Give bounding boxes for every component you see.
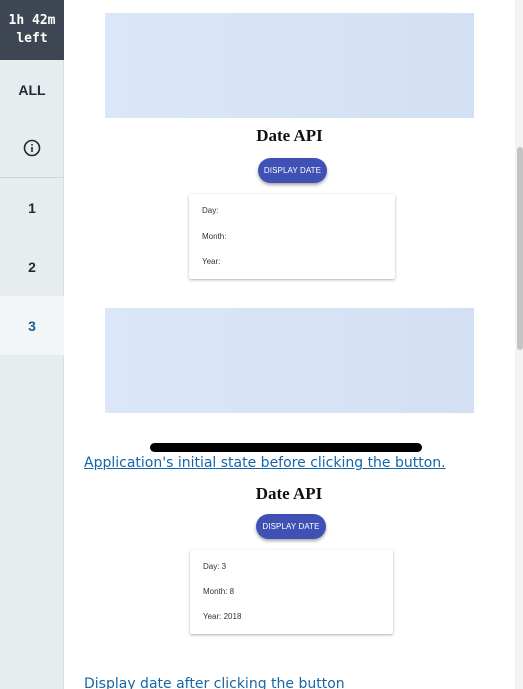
display-date-button: DISPLAY DATE [258, 158, 327, 183]
sidebar-item-label: ALL [18, 81, 46, 98]
month-value: Month: 8 [203, 587, 235, 596]
day-value: Day: 3 [203, 562, 227, 571]
sidebar-item-all[interactable]: ALL [0, 60, 64, 119]
figure-caption-link[interactable]: Application's initial state before click… [84, 455, 446, 471]
year-value: Year: 2018 [203, 612, 242, 621]
sidebar-item-3[interactable]: 3 [0, 296, 64, 355]
display-date-button: DISPLAY DATE [256, 514, 326, 539]
year-label: Year: [202, 257, 221, 266]
app-title: Date API [255, 484, 323, 503]
sidebar-item-label: 1 [28, 199, 36, 216]
time-remaining-suffix: left [16, 31, 48, 46]
app-panel: Date API DISPLAY DATE Day: Month: Year: [105, 118, 474, 308]
app-title: Date API [256, 126, 323, 145]
day-label: Day: [202, 206, 219, 215]
figure-caption-link[interactable]: Display date after clicking the button [84, 676, 345, 689]
sidebar-item-1[interactable]: 1 [0, 178, 64, 237]
initial-state-screenshot: Date API DISPLAY DATE Day: Month: Year: [105, 13, 474, 413]
question-sidebar: 1h 42m left ALL 1 2 3 [0, 0, 64, 689]
time-remaining: 1h 42m left [0, 0, 64, 60]
time-remaining-value: 1h 42m [8, 13, 56, 28]
sidebar-item-label: 2 [28, 258, 36, 275]
sidebar-item-2[interactable]: 2 [0, 237, 64, 296]
redaction-bar [150, 443, 422, 452]
info-icon [23, 139, 41, 157]
month-label: Month: [202, 232, 227, 241]
sidebar-item-label: 3 [28, 317, 36, 334]
date-card: Day: 3 Month: 8 Year: 2018 [190, 550, 393, 634]
after-click-screenshot: Date API DISPLAY DATE Day: 3 Month: 8 Ye… [84, 475, 494, 669]
sidebar-item-info[interactable] [0, 119, 64, 178]
scrollbar-thumb[interactable] [517, 147, 523, 350]
date-card: Day: Month: Year: [189, 194, 395, 279]
